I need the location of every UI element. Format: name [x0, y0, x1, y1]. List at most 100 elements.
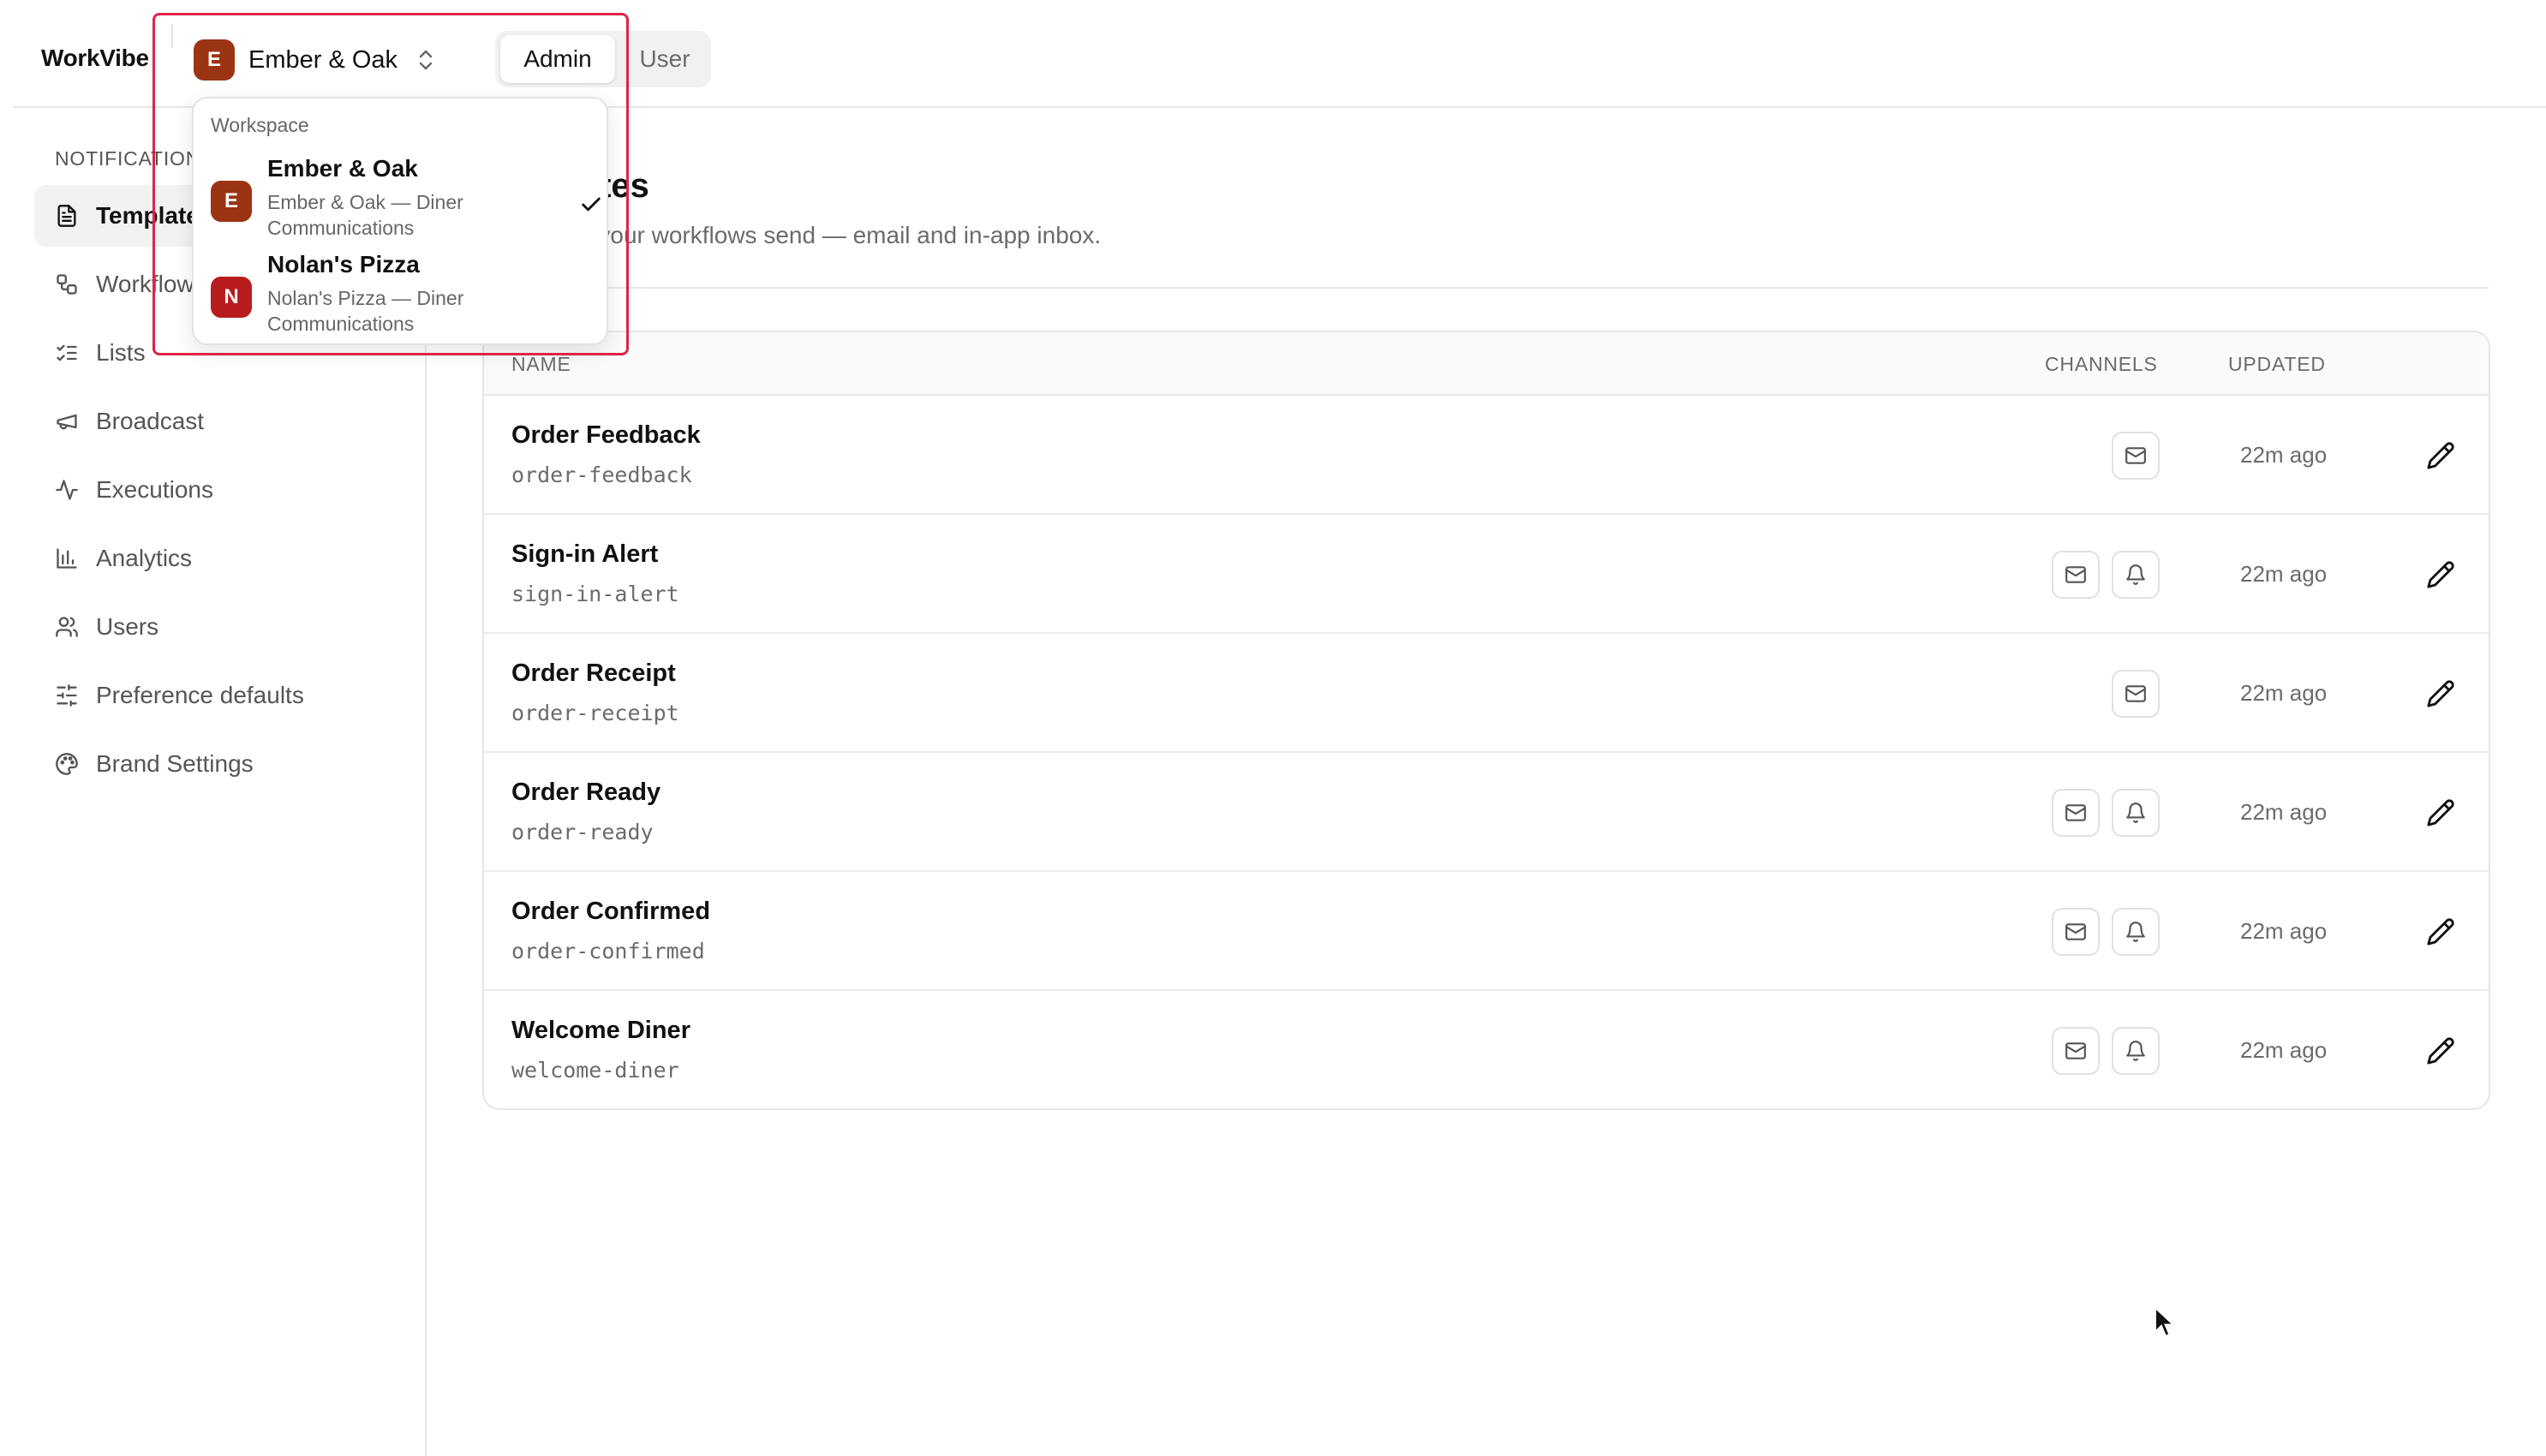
column-header-updated: UPDATED	[2228, 353, 2326, 375]
templates-table: NAME CHANNELS UPDATED Order Feedback ord…	[482, 331, 2490, 1110]
role-toggle: Admin User	[495, 31, 711, 87]
workspace-name: Ember & Oak	[248, 45, 398, 74]
table-row[interactable]: Order Feedback order-feedback 22m ago	[484, 396, 2489, 515]
brand-logo[interactable]: WorkVibe	[41, 45, 149, 72]
workspace-switcher-button[interactable]: E Ember & Oak	[194, 39, 435, 81]
bell-icon	[2126, 1041, 2145, 1061]
workspace-option-ember-oak[interactable]: E Ember & Oak Ember & Oak — Diner Commun…	[211, 155, 601, 244]
sidebar-item-label: Preference defaults	[96, 682, 304, 708]
template-name[interactable]: Order Ready	[511, 779, 660, 807]
table-row[interactable]: Order Receipt order-receipt 22m ago	[484, 634, 2489, 753]
workspace-option-description: Ember & Oak — Diner Communications	[267, 191, 463, 239]
role-admin-button[interactable]: Admin	[500, 35, 615, 83]
workspace-option-nolans-pizza[interactable]: N Nolan's Pizza Nolan's Pizza — Diner Co…	[211, 251, 591, 340]
workflow-icon	[57, 274, 77, 295]
template-name[interactable]: Order Confirmed	[511, 898, 710, 926]
file-text-icon	[57, 205, 76, 227]
updated-time: 22m ago	[2240, 799, 2328, 825]
workspace-avatar: E	[211, 181, 252, 222]
pencil-icon	[2427, 561, 2454, 588]
header-divider	[482, 287, 2489, 289]
workspace-dropdown: Workspace E Ember & Oak Ember & Oak — Di…	[192, 97, 608, 345]
sidebar-heading: NOTIFICATIONS	[55, 147, 215, 170]
bell-icon	[2126, 803, 2145, 823]
bell-icon	[2126, 564, 2145, 585]
column-header-channels: CHANNELS	[2045, 353, 2158, 375]
email-channel-badge	[2112, 670, 2160, 718]
sidebar-item-label: Broadcast	[96, 408, 205, 434]
sidebar-item-label: Lists	[96, 339, 146, 366]
email-channel-badge	[2052, 908, 2100, 956]
in-app-channel-badge	[2112, 551, 2160, 599]
pencil-icon	[2427, 442, 2454, 469]
chevrons-up-down-icon	[419, 50, 433, 70]
sidebar-item-label: Users	[96, 613, 159, 640]
users-icon	[56, 617, 78, 637]
template-name[interactable]: Order Feedback	[511, 421, 701, 450]
mail-icon	[2125, 447, 2146, 464]
sidebar-item-label: Analytics	[96, 545, 193, 571]
edit-button[interactable]	[2423, 1034, 2458, 1068]
sidebar-item-broadcast[interactable]: Broadcast	[34, 391, 415, 452]
updated-time: 22m ago	[2240, 918, 2328, 944]
mouse-cursor-icon	[2155, 1306, 2176, 1338]
edit-button[interactable]	[2423, 558, 2458, 592]
sidebar-item-users[interactable]: Users	[34, 596, 415, 658]
mail-icon	[2065, 923, 2086, 940]
updated-time: 22m ago	[2240, 1037, 2328, 1063]
mail-icon	[2125, 685, 2146, 702]
table-row[interactable]: Order Ready order-ready 22m ago	[484, 753, 2489, 872]
pencil-icon	[2427, 680, 2454, 707]
email-channel-badge	[2052, 789, 2100, 837]
template-slug: order-confirmed	[511, 939, 705, 964]
edit-button[interactable]	[2423, 915, 2458, 949]
sidebar-item-label: Workflows	[96, 271, 206, 297]
column-header-name: NAME	[511, 353, 571, 375]
pencil-icon	[2427, 799, 2454, 826]
workspace-option-description: Nolan's Pizza — Diner Communications	[267, 287, 464, 335]
megaphone-icon	[57, 414, 77, 430]
workspace-avatar: E	[194, 39, 235, 81]
template-slug: order-feedback	[511, 462, 692, 487]
table-row[interactable]: Welcome Diner welcome-diner 22m ago	[484, 991, 2489, 1108]
bar-chart-icon	[57, 548, 77, 569]
template-slug: welcome-diner	[511, 1058, 679, 1083]
sidebar-item-brand-settings[interactable]: Brand Settings	[34, 733, 415, 795]
check-icon	[582, 197, 601, 212]
mail-icon	[2065, 804, 2086, 821]
in-app-channel-badge	[2112, 789, 2160, 837]
brand-divider	[171, 24, 173, 48]
template-slug: order-receipt	[511, 701, 679, 725]
table-header: NAME CHANNELS UPDATED	[484, 332, 2489, 396]
sidebar-item-preference-defaults[interactable]: Preference defaults	[34, 665, 415, 726]
edit-button[interactable]	[2423, 796, 2458, 830]
pencil-icon	[2427, 1037, 2454, 1065]
table-row[interactable]: Order Confirmed order-confirmed 22m ago	[484, 872, 2489, 991]
updated-time: 22m ago	[2240, 680, 2328, 706]
in-app-channel-badge	[2112, 908, 2160, 956]
workspace-option-name: Nolan's Pizza	[267, 251, 420, 277]
in-app-channel-badge	[2112, 1027, 2160, 1075]
dropdown-label: Workspace	[211, 114, 309, 136]
email-channel-badge	[2052, 551, 2100, 599]
updated-time: 22m ago	[2240, 561, 2328, 587]
sidebar-item-analytics[interactable]: Analytics	[34, 528, 415, 589]
sliders-icon	[57, 684, 77, 707]
edit-button[interactable]	[2423, 677, 2458, 711]
table-row[interactable]: Sign-in Alert sign-in-alert 22m ago	[484, 515, 2489, 634]
sidebar-item-executions[interactable]: Executions	[34, 459, 415, 521]
template-slug: order-ready	[511, 820, 654, 844]
pencil-icon	[2427, 918, 2454, 946]
template-name[interactable]: Welcome Diner	[511, 1017, 690, 1045]
workspace-option-name: Ember & Oak	[267, 155, 418, 182]
bell-icon	[2126, 922, 2145, 942]
sidebar-item-label: Executions	[96, 476, 213, 503]
template-name[interactable]: Sign-in Alert	[511, 540, 658, 569]
edit-button[interactable]	[2423, 439, 2458, 473]
list-checks-icon	[57, 344, 77, 361]
template-name[interactable]: Order Receipt	[511, 659, 676, 688]
mail-icon	[2065, 566, 2086, 583]
email-channel-badge	[2112, 432, 2160, 480]
activity-icon	[56, 480, 78, 500]
role-user-button[interactable]: User	[622, 35, 708, 83]
